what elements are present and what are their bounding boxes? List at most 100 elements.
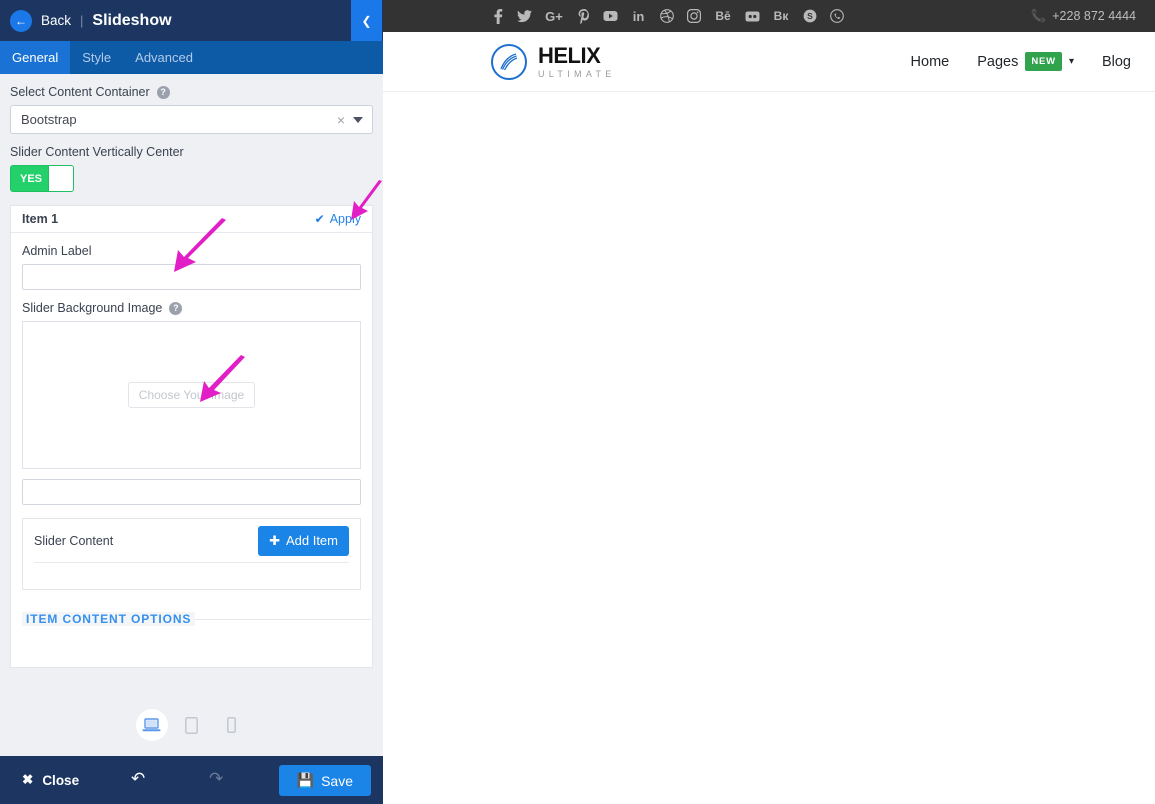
nav-item-blog-label: Blog bbox=[1101, 53, 1131, 70]
add-item-button[interactable]: ✚ Add Item bbox=[258, 525, 349, 556]
item-title: Item 1 bbox=[22, 212, 59, 226]
whatsapp-icon[interactable] bbox=[829, 8, 844, 24]
slider-content-empty-list bbox=[34, 563, 349, 589]
apply-label: Apply bbox=[329, 212, 361, 226]
svg-text:S: S bbox=[807, 11, 813, 21]
help-icon[interactable]: ? bbox=[169, 301, 183, 315]
logo-subtitle: ULTIMATE bbox=[538, 68, 616, 79]
settings-sidebar: ← Back | Slideshow ❮ General Style Advan… bbox=[0, 0, 383, 804]
preview-canvas bbox=[383, 92, 1155, 804]
main-nav: Home Pages NEW ▾ Blog bbox=[911, 52, 1131, 71]
device-desktop-button[interactable] bbox=[135, 709, 168, 741]
chevron-left-icon[interactable]: ❮ bbox=[351, 0, 382, 41]
save-button[interactable]: 💾 Save bbox=[278, 765, 371, 796]
toggle-knob bbox=[48, 166, 73, 191]
sidebar-header: ← Back | Slideshow ❮ bbox=[0, 0, 383, 41]
behance-icon[interactable]: Bē bbox=[713, 8, 733, 24]
slider-bg-image-text: Slider Background Image bbox=[22, 301, 163, 315]
save-label: Save bbox=[321, 772, 353, 789]
choose-image-button[interactable]: Choose Your Image bbox=[127, 382, 256, 408]
select-content-container-text: Select Content Container bbox=[10, 85, 150, 99]
arrow-left-icon[interactable]: ← bbox=[10, 9, 32, 32]
floppy-disk-icon: 💾 bbox=[296, 772, 315, 788]
device-mobile-button[interactable] bbox=[216, 709, 248, 741]
vk-icon[interactable]: Вк bbox=[772, 8, 790, 24]
laptop-icon bbox=[142, 717, 161, 731]
item-content-options-section: ITEM CONTENT OPTIONS bbox=[22, 610, 371, 628]
youtube-icon[interactable] bbox=[603, 8, 618, 24]
admin-label-label: Admin Label bbox=[22, 244, 361, 258]
sidebar-body: Select Content Container ? Bootstrap × S… bbox=[0, 74, 383, 694]
twitter-icon[interactable] bbox=[517, 8, 532, 24]
linkedin-icon[interactable]: in bbox=[630, 8, 647, 24]
close-button[interactable]: ✖ Close bbox=[22, 772, 79, 788]
sidebar-tabs: General Style Advanced bbox=[0, 41, 383, 74]
logo-wordmark: HELIX ULTIMATE bbox=[538, 42, 616, 79]
clear-icon[interactable]: × bbox=[329, 112, 353, 128]
sidebar-footer: ✖ Close ↶ ↷ 💾 Save bbox=[0, 756, 383, 804]
mobile-icon bbox=[227, 717, 236, 733]
undo-arrow-icon[interactable]: ↶ bbox=[131, 769, 145, 789]
nav-item-pages[interactable]: Pages NEW ▾ bbox=[977, 52, 1074, 71]
image-alt-field[interactable] bbox=[22, 479, 361, 505]
nav-item-pages-label: Pages bbox=[977, 53, 1019, 70]
phone-icon: 📞 bbox=[1030, 8, 1047, 23]
item-content-options-legend[interactable]: ITEM CONTENT OPTIONS bbox=[22, 612, 196, 626]
device-tablet-button[interactable] bbox=[176, 709, 208, 741]
vertical-center-toggle[interactable]: YES bbox=[10, 165, 74, 192]
tab-advanced[interactable]: Advanced bbox=[123, 41, 205, 74]
dribbble-icon[interactable] bbox=[659, 8, 674, 24]
nav-item-home[interactable]: Home bbox=[911, 54, 950, 70]
select-content-container-label: Select Content Container ? bbox=[10, 85, 373, 99]
nav-item-home-label: Home bbox=[910, 53, 950, 70]
logo-title: HELIX bbox=[538, 42, 601, 68]
helix-swoosh-icon bbox=[491, 43, 527, 80]
tablet-icon bbox=[185, 716, 198, 734]
image-dropzone[interactable]: Choose Your Image bbox=[22, 321, 361, 469]
chevron-down-icon[interactable] bbox=[353, 116, 363, 123]
slider-bg-image-label: Slider Background Image ? bbox=[22, 301, 361, 315]
site-logo[interactable]: HELIX ULTIMATE bbox=[491, 42, 616, 80]
preview-topbar: G+ in Bē Вк S 📞 +228 872 4444 bbox=[383, 0, 1155, 32]
toggle-state-label: YES bbox=[20, 172, 43, 185]
tab-style[interactable]: Style bbox=[70, 41, 123, 74]
content-container-select[interactable]: Bootstrap × bbox=[10, 105, 373, 134]
check-icon: ✔ bbox=[314, 212, 325, 226]
instagram-icon[interactable] bbox=[686, 8, 701, 24]
phone-number-text: +228 872 4444 bbox=[1052, 9, 1136, 23]
x-icon: ✖ bbox=[22, 772, 34, 787]
google-plus-icon[interactable]: G+ bbox=[544, 8, 564, 24]
social-links: G+ in Bē Вк S bbox=[490, 8, 844, 24]
facebook-icon[interactable] bbox=[490, 8, 505, 24]
admin-label-text: Admin Label bbox=[22, 244, 92, 258]
item-panel: Item 1 ✔ Apply Admin Label Slider Backgr… bbox=[10, 205, 373, 668]
device-switcher bbox=[0, 694, 383, 756]
slider-content-panel: Slider Content ✚ Add Item bbox=[22, 518, 361, 590]
flickr-icon[interactable] bbox=[745, 8, 760, 24]
item-panel-header: Item 1 ✔ Apply bbox=[11, 206, 372, 233]
admin-label-field[interactable] bbox=[22, 264, 361, 290]
nav-badge-new: NEW bbox=[1025, 52, 1062, 71]
nav-item-blog[interactable]: Blog bbox=[1102, 54, 1131, 70]
plus-icon: ✚ bbox=[269, 532, 280, 548]
item-content-options-body bbox=[11, 628, 372, 656]
vertical-center-label: Slider Content Vertically Center bbox=[10, 145, 373, 159]
header-separator: | bbox=[80, 13, 84, 28]
skype-icon[interactable]: S bbox=[802, 8, 817, 24]
tab-general[interactable]: General bbox=[0, 41, 71, 74]
close-label: Close bbox=[42, 772, 80, 788]
customizer-screen: ← Back | Slideshow ❮ General Style Advan… bbox=[0, 0, 1155, 804]
add-item-label: Add Item bbox=[285, 533, 338, 548]
item-panel-body: Admin Label Slider Background Image ? Ch… bbox=[11, 244, 372, 667]
help-icon[interactable]: ? bbox=[156, 85, 170, 99]
slider-content-row: Slider Content ✚ Add Item bbox=[34, 519, 349, 563]
content-container-value: Bootstrap bbox=[21, 112, 77, 127]
pinterest-icon[interactable] bbox=[576, 8, 591, 24]
back-label[interactable]: Back bbox=[41, 13, 71, 28]
apply-link[interactable]: ✔ Apply bbox=[315, 212, 361, 226]
page-title: Slideshow bbox=[92, 11, 172, 29]
vertical-center-text: Slider Content Vertically Center bbox=[10, 145, 184, 159]
redo-arrow-icon[interactable]: ↷ bbox=[209, 769, 223, 789]
phone-number[interactable]: 📞 +228 872 4444 bbox=[1031, 9, 1136, 24]
chevron-down-icon[interactable]: ▾ bbox=[1069, 56, 1074, 67]
